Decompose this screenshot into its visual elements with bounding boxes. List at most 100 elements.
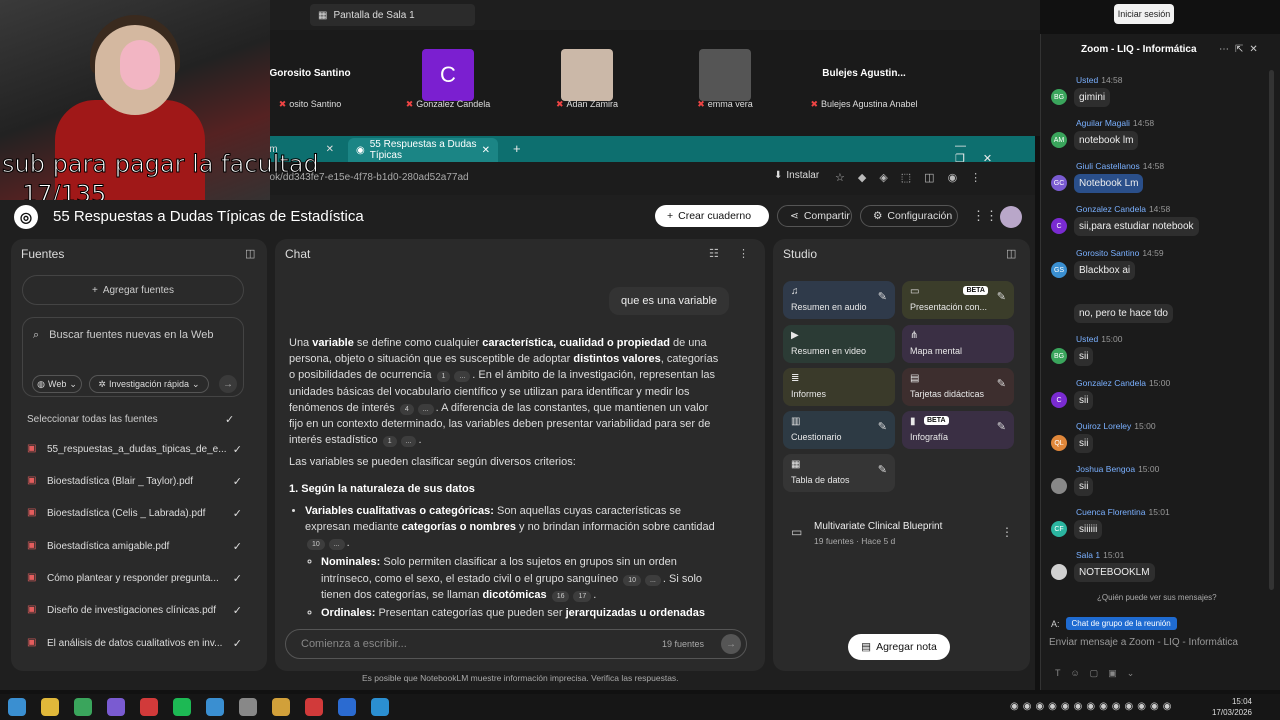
tab-active[interactable]: ◉ 55 Respuestas a Dudas Típicas ✕ (348, 138, 498, 162)
web-dropdown[interactable]: ◍ Web ⌄ (32, 375, 82, 393)
login-button[interactable]: Iniciar sesión (1114, 4, 1174, 24)
avatar: GC (1051, 175, 1067, 191)
select-all-checkbox[interactable]: ✓ (225, 413, 267, 426)
extension-icons[interactable]: ☆◆◈⬚◫◉⋮ (835, 171, 994, 184)
taskbar-app-icon[interactable] (74, 698, 92, 716)
taskbar-app-icon[interactable] (107, 698, 125, 716)
edit-icon[interactable]: ✎ (997, 377, 1006, 390)
participant-tile[interactable]: C ✖ Gonzalez Candela (388, 36, 508, 132)
taskbar-app-icon[interactable] (371, 698, 389, 716)
chat-input[interactable]: Comienza a escribir... 19 fuentes → (285, 629, 747, 659)
page-title[interactable]: 55 Respuestas a Dudas Típicas de Estadís… (53, 208, 364, 225)
mic-muted-icon: ✖ (810, 99, 818, 109)
source-checkbox[interactable]: ✓ (233, 540, 242, 553)
zoom-chat-controls[interactable]: ⋯⇱✕ (1219, 44, 1264, 55)
studio-card-presentation[interactable]: ▭ BETA Presentación con... ✎ (902, 281, 1014, 319)
edit-icon[interactable]: ✎ (878, 463, 887, 476)
taskbar-app-icon[interactable] (305, 698, 323, 716)
source-checkbox[interactable]: ✓ (233, 475, 242, 488)
add-note-button[interactable]: ▤ Agregar nota (848, 634, 950, 660)
zoom-message-input[interactable]: Enviar mensaje a Zoom - LIQ - Informátic… (1049, 637, 1238, 648)
citation-chip[interactable]: ... (454, 371, 471, 383)
close-icon[interactable]: ✕ (482, 145, 490, 156)
citation-chip[interactable]: 1 (382, 436, 397, 448)
citation-chip[interactable]: ... (417, 403, 434, 415)
taskbar-app-icon[interactable] (206, 698, 224, 716)
studio-card-infographic[interactable]: ▮ BETA Infografía ✎ (902, 411, 1014, 449)
apps-grid-icon[interactable]: ⋮⋮ (972, 208, 998, 224)
studio-card-mindmap[interactable]: ⋔ Mapa mental (902, 325, 1014, 363)
edit-icon[interactable]: ✎ (997, 290, 1006, 303)
add-sources-button[interactable]: + Agregar fuentes (22, 275, 244, 305)
close-icon[interactable]: ✕ (326, 144, 334, 155)
citation-chip[interactable]: 1 (436, 371, 451, 383)
citation-chip[interactable]: 4 (399, 403, 414, 415)
submit-arrow-icon[interactable]: → (219, 375, 237, 393)
participant-tile[interactable]: ✖ emma vera (665, 36, 785, 132)
taskbar-app-icon[interactable] (239, 698, 257, 716)
zoom-window-tab[interactable]: ▦ Pantalla de Sala 1 (310, 4, 475, 26)
taskbar-app-icon[interactable] (41, 698, 59, 716)
send-icon[interactable]: → (721, 634, 741, 654)
notebooklm-logo-icon[interactable]: ◎ (14, 205, 38, 229)
edit-icon[interactable]: ✎ (878, 420, 887, 433)
participant-tile[interactable]: Bulejes Agustin... ✖ Bulejes Agustina Ana… (804, 36, 924, 132)
source-checkbox[interactable]: ✓ (233, 443, 242, 456)
new-tab-icon[interactable]: + (513, 141, 521, 156)
source-checkbox[interactable]: ✓ (233, 507, 242, 520)
infographic-icon: ▮ (910, 416, 916, 427)
studio-card-video[interactable]: ▶ Resumen en video (783, 325, 895, 363)
source-item[interactable]: ▣ 55_respuestas_a_dudas_tipicas_de_e... ✓ (27, 439, 242, 459)
recipient-dropdown[interactable]: Chat de grupo de la reunión (1065, 617, 1177, 630)
edit-icon[interactable]: ✎ (997, 420, 1006, 433)
more-icon[interactable]: ⋮ (738, 247, 749, 260)
collapse-panel-icon[interactable]: ◫ (1006, 247, 1016, 260)
source-item[interactable]: ▣ Cómo plantear y responder pregunta... ✓ (27, 568, 242, 588)
message-sender: Giuli Castellanos 14:58 (1076, 161, 1165, 171)
edit-icon[interactable]: ✎ (878, 290, 887, 303)
source-checkbox[interactable]: ✓ (233, 572, 242, 585)
studio-card-quiz[interactable]: ▥ Cuestionario ✎ (783, 411, 895, 449)
settings-button[interactable]: ⚙ Configuración (860, 205, 958, 227)
studio-card-flashcards[interactable]: ▤ Tarjetas didácticas ✎ (902, 368, 1014, 406)
message-sender: Aguilar Magali 14:58 (1076, 118, 1155, 128)
collapse-panel-icon[interactable]: ◫ (245, 247, 255, 260)
source-item[interactable]: ▣ Diseño de investigaciones clínicas.pdf ✓ (27, 600, 242, 620)
source-item[interactable]: ▣ El análisis de datos cualitativos en in… (27, 633, 242, 653)
more-icon[interactable]: ⋮ (1001, 525, 1013, 539)
zoom-chat-panel: Zoom - LIQ - Informática ⋯⇱✕ BG Usted 14:5… (1040, 34, 1280, 690)
scrollbar[interactable] (1269, 70, 1274, 590)
install-button[interactable]: ⬇ Instalar (774, 170, 819, 181)
share-button[interactable]: ⋖ Compartir (777, 205, 852, 227)
studio-card-reports[interactable]: ≣ Informes (783, 368, 895, 406)
source-checkbox[interactable]: ✓ (233, 637, 242, 650)
taskbar-app-icon[interactable] (338, 698, 356, 716)
taskbar-app-icon[interactable] (173, 698, 191, 716)
source-item[interactable]: ▣ Bioestadística (Blair _ Taylor).pdf ✓ (27, 471, 242, 491)
citation-chip[interactable]: ... (400, 436, 417, 448)
participant-tile[interactable]: ✖ Adan Zamira (527, 36, 647, 132)
source-item[interactable]: ▣ Bioestadística (Celis _ Labrada).pdf ✓ (27, 503, 242, 523)
citation-chip[interactable]: 10 (623, 574, 642, 586)
citation-chip[interactable]: ... (645, 574, 661, 586)
zoom-chat-toolbar[interactable]: T☺▢▣⌄ (1055, 668, 1144, 679)
citation-chip[interactable]: ... (328, 539, 345, 551)
citation-chip[interactable]: 10 (307, 539, 325, 551)
system-tray[interactable]: ◉◉◉◉◉◉◉◉◉◉◉◉◉ (1010, 701, 1175, 712)
avatar[interactable] (1000, 206, 1022, 228)
tune-icon[interactable]: ☷ (709, 247, 719, 260)
source-checkbox[interactable]: ✓ (233, 604, 242, 617)
research-mode-dropdown[interactable]: ✲ Investigación rápida ⌄ (89, 375, 209, 393)
citation-chip[interactable]: 16 (551, 590, 570, 602)
generated-note[interactable]: ▭ Multivariate Clinical Blueprint 19 fue… (787, 519, 1017, 549)
source-item[interactable]: ▣ Bioestadística amigable.pdf ✓ (27, 536, 242, 556)
search-input[interactable]: Buscar fuentes nuevas en la Web (49, 329, 213, 342)
studio-card-audio[interactable]: ♫ Resumen en audio ✎ (783, 281, 895, 319)
citation-chip[interactable]: 17 (573, 590, 592, 602)
who-can-see-link[interactable]: ¿Quién puede ver sus mensajes? (1097, 593, 1217, 602)
studio-card-datatable[interactable]: ▦ Tabla de datos ✎ (783, 454, 895, 492)
taskbar-app-icon[interactable] (140, 698, 158, 716)
taskbar-app-icon[interactable] (272, 698, 290, 716)
taskbar-app-icon[interactable] (8, 698, 26, 716)
create-notebook-button[interactable]: + Crear cuaderno (655, 205, 769, 227)
